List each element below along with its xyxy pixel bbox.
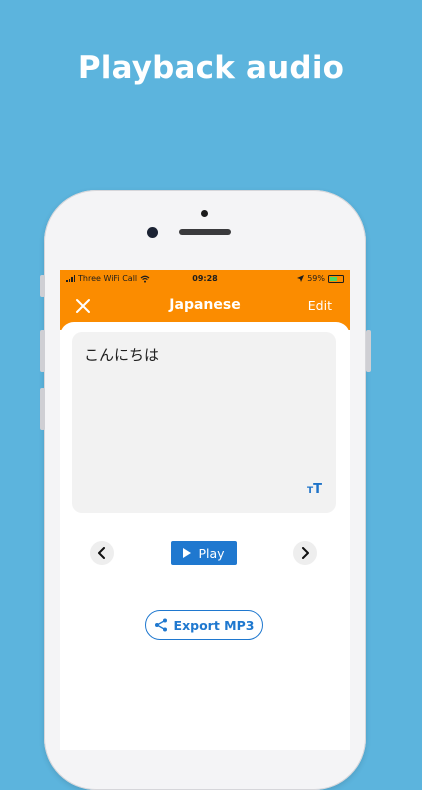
play-button[interactable]: Play bbox=[171, 541, 237, 565]
front-sensor bbox=[201, 210, 208, 217]
chevron-left-icon bbox=[98, 547, 105, 559]
phrase-text: こんにちは bbox=[84, 346, 160, 364]
play-icon bbox=[183, 548, 192, 558]
battery-percent: 59% bbox=[307, 274, 325, 283]
volume-up-button bbox=[40, 330, 45, 372]
phone-screen: Three WiFi Call 09:28 59% Japanese Edit bbox=[60, 270, 350, 750]
chevron-right-icon bbox=[302, 547, 309, 559]
earpiece-speaker bbox=[179, 229, 231, 235]
previous-button[interactable] bbox=[90, 541, 114, 565]
battery-icon bbox=[328, 274, 344, 283]
export-mp3-button[interactable]: Export MP3 bbox=[145, 610, 263, 640]
edit-button[interactable]: Edit bbox=[308, 298, 332, 313]
play-label: Play bbox=[198, 545, 225, 561]
phrase-card: こんにちは TT bbox=[72, 332, 336, 513]
headline: Playback audio bbox=[77, 50, 345, 86]
export-label: Export MP3 bbox=[173, 617, 255, 633]
front-camera bbox=[147, 227, 158, 238]
font-size-icon-large: T bbox=[313, 482, 322, 497]
main-content: こんにちは TT Play Export MP3 bbox=[60, 322, 350, 750]
volume-down-button bbox=[40, 388, 45, 430]
share-icon bbox=[154, 618, 167, 632]
font-size-button[interactable]: TT bbox=[307, 480, 322, 496]
power-button bbox=[366, 330, 371, 372]
status-bar: Three WiFi Call 09:28 59% bbox=[60, 270, 350, 286]
status-right: 59% bbox=[297, 274, 344, 283]
next-button[interactable] bbox=[293, 541, 317, 565]
page-title: Japanese bbox=[169, 297, 241, 313]
location-icon bbox=[297, 275, 305, 282]
mute-switch bbox=[40, 275, 45, 297]
